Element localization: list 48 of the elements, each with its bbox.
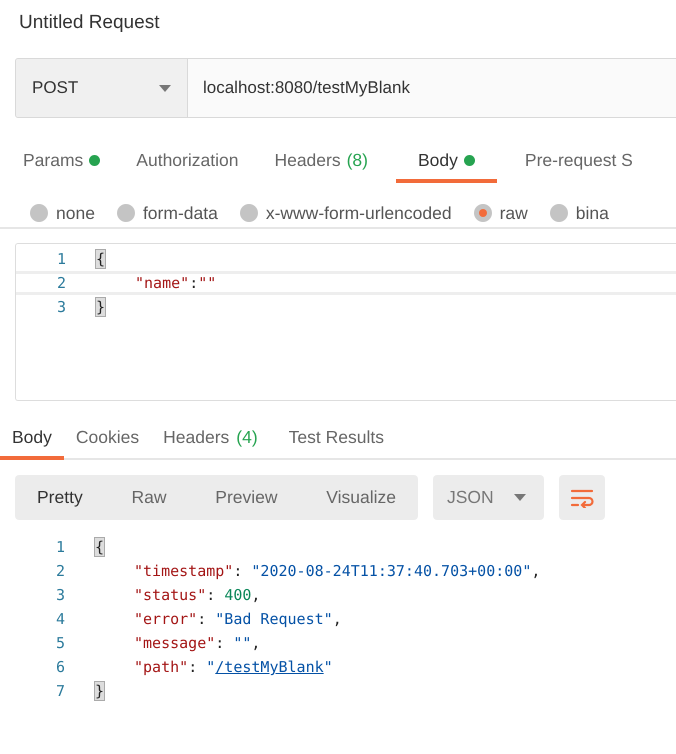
radio-circle[interactable] (30, 204, 48, 222)
code-line: "timestamp": "2020-08-24T11:37:40.703+00:00", (133, 562, 540, 580)
view-mode-tab[interactable]: Pretty (23, 475, 97, 520)
radio-circle[interactable] (240, 204, 258, 222)
body-type-radio[interactable]: raw (474, 201, 528, 225)
view-mode-tab[interactable]: Raw (117, 475, 180, 520)
code-editor[interactable]: 1 { 2 "name":"" 3 } (15, 243, 676, 401)
body-type-radio[interactable]: form-data (116, 201, 218, 225)
line-number: 1 (54, 538, 66, 556)
request-tab[interactable]: Pre-request S (516, 146, 641, 183)
radio-circle[interactable] (116, 204, 135, 222)
request-title: Untitled Request (18, 11, 160, 35)
line-number: 3 (54, 586, 66, 604)
response-tab[interactable]: Test Results (276, 413, 396, 460)
code-line: "error": "Bad Request", (133, 610, 342, 628)
line-number: 5 (54, 634, 66, 652)
body-type-radio[interactable]: bina (550, 201, 609, 225)
code-line: "name":"" (134, 274, 216, 292)
body-type-radio[interactable]: none (30, 201, 95, 225)
request-tab[interactable]: Params (15, 146, 108, 183)
response-tab[interactable]: Body (0, 413, 64, 460)
code-line: "message": "", (133, 634, 260, 652)
format-dropdown[interactable]: JSON (433, 475, 544, 520)
line-number: 7 (54, 682, 66, 700)
radio-circle[interactable] (474, 204, 492, 222)
response-tab[interactable]: Cookies (64, 413, 152, 460)
line-number: 6 (54, 658, 66, 676)
wrap-lines-button[interactable] (559, 475, 605, 520)
line-number: 2 (56, 274, 67, 292)
request-tab[interactable]: Authorization (128, 146, 246, 183)
request-tab[interactable]: Headers (8) (266, 146, 376, 183)
caret-icon (159, 84, 171, 92)
response-tab[interactable]: Headers (4) (151, 413, 270, 460)
url-field[interactable]: localhost:8080/testMyBlank (188, 58, 676, 118)
body-type-radio[interactable]: x-www-form-urlencoded (240, 201, 452, 225)
line-number: 3 (56, 298, 67, 316)
view-mode-tab[interactable]: Visualize (312, 475, 410, 520)
line-number: 2 (54, 562, 66, 580)
wrap-lines-icon (570, 488, 594, 508)
method-dropdown[interactable]: POST (15, 58, 188, 118)
request-tab[interactable]: Body (396, 146, 497, 183)
code-line: "status": 400, (133, 586, 260, 604)
code-line: "path": "/testMyBlank" (133, 658, 333, 676)
line-number: 1 (56, 250, 67, 268)
caret-icon (514, 494, 526, 501)
radio-circle[interactable] (550, 204, 568, 222)
view-mode-tab[interactable]: Preview (201, 475, 292, 520)
line-number: 4 (54, 610, 66, 628)
